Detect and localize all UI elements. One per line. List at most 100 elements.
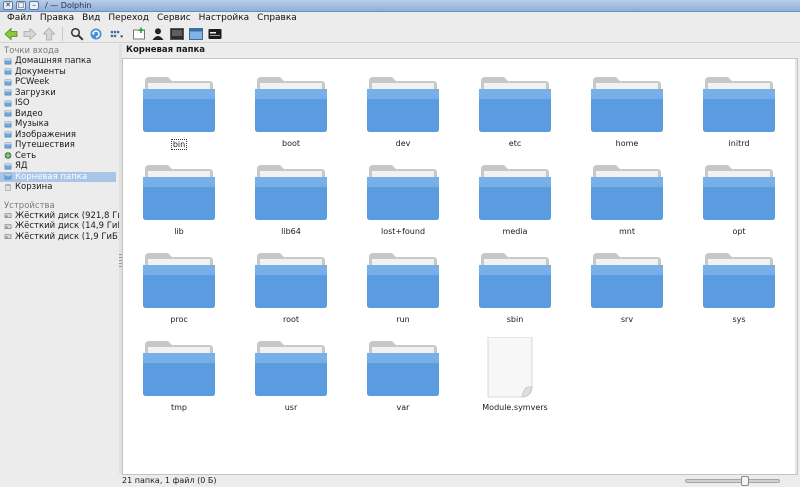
device-item[interactable]: Жёсткий диск (921,8 ГиБ) bbox=[0, 211, 132, 222]
device-item-label: Жёсткий диск (921,8 ГиБ) bbox=[15, 210, 133, 221]
folder-item[interactable]: media bbox=[465, 161, 565, 245]
folder-item[interactable]: mnt bbox=[577, 161, 677, 245]
place-item[interactable]: Изображения bbox=[0, 130, 119, 141]
folder-icon bbox=[4, 173, 12, 180]
folder-item[interactable]: srv bbox=[577, 249, 677, 333]
place-item-label: Домашняя папка bbox=[15, 56, 92, 67]
back-icon[interactable] bbox=[3, 26, 18, 41]
folder-item[interactable]: boot bbox=[241, 73, 341, 157]
place-item[interactable]: Видео bbox=[0, 109, 119, 120]
place-item-label: Изображения bbox=[15, 129, 77, 140]
hard-disk-icon bbox=[4, 234, 12, 240]
terminal-icon[interactable] bbox=[169, 26, 184, 41]
folder-icon bbox=[366, 73, 440, 138]
home-folder-icon bbox=[4, 58, 12, 65]
item-name: opt bbox=[732, 227, 746, 236]
item-name: proc bbox=[170, 315, 188, 324]
place-item[interactable]: Загрузки bbox=[0, 88, 119, 99]
menu-edit[interactable]: Правка bbox=[36, 12, 78, 25]
folder-item[interactable]: sys bbox=[689, 249, 789, 333]
folder-item[interactable]: etc bbox=[465, 73, 565, 157]
folder-item[interactable]: proc bbox=[129, 249, 229, 333]
devices-list: Жёсткий диск (921,8 ГиБ) Жёсткий диск (14… bbox=[0, 211, 132, 243]
item-name: tmp bbox=[170, 403, 187, 412]
device-item[interactable]: Жёсткий диск (14,9 ГиБ) bbox=[0, 221, 127, 232]
place-item[interactable]: Корневая папка bbox=[0, 171, 116, 182]
folder-item[interactable]: tmp bbox=[129, 337, 229, 421]
folder-item[interactable]: lost+found bbox=[353, 161, 453, 245]
item-name: sbin bbox=[506, 315, 524, 324]
forward-icon[interactable] bbox=[22, 26, 37, 41]
file-view[interactable]: bin boot dev etc home initrd lib lib64 lost+foun… bbox=[122, 58, 798, 475]
place-item[interactable]: Документы bbox=[0, 67, 119, 78]
item-name: etc bbox=[508, 139, 522, 148]
reload-icon[interactable] bbox=[88, 26, 103, 41]
folder-icon bbox=[254, 337, 328, 402]
place-item[interactable]: PCWeek bbox=[0, 77, 119, 88]
toolbar bbox=[0, 25, 800, 43]
menu-go[interactable]: Переход bbox=[104, 12, 153, 25]
place-item-label: Путешествия bbox=[15, 140, 75, 151]
folder-item[interactable]: lib64 bbox=[241, 161, 341, 245]
folder-item[interactable]: usr bbox=[241, 337, 341, 421]
folder-item[interactable]: var bbox=[353, 337, 453, 421]
place-item[interactable]: Сеть bbox=[0, 151, 119, 162]
place-item[interactable]: Домашняя папка bbox=[0, 56, 119, 67]
user-icon[interactable] bbox=[150, 26, 165, 41]
location-title: Корневая папка bbox=[122, 44, 800, 57]
place-item-label: ЯД bbox=[15, 161, 28, 172]
folder-item[interactable]: root bbox=[241, 249, 341, 333]
folder-icon bbox=[366, 161, 440, 226]
folder-icon bbox=[254, 249, 328, 314]
search-icon[interactable] bbox=[69, 26, 84, 41]
place-item-label: Музыка bbox=[15, 119, 49, 130]
view-mode-icon[interactable] bbox=[107, 26, 127, 41]
menu-tools[interactable]: Сервис bbox=[153, 12, 195, 25]
folder-item[interactable]: lib bbox=[129, 161, 229, 245]
item-name: boot bbox=[281, 139, 300, 148]
minimize-window-button[interactable]: – bbox=[29, 1, 39, 10]
folder-item[interactable]: initrd bbox=[689, 73, 789, 157]
maximize-window-button[interactable]: □ bbox=[16, 1, 26, 10]
folder-icon bbox=[478, 249, 552, 314]
split-view-icon[interactable] bbox=[188, 26, 203, 41]
place-item[interactable]: ЯД bbox=[0, 161, 119, 172]
place-item[interactable]: ISO bbox=[0, 98, 119, 109]
folder-item[interactable]: dev bbox=[353, 73, 453, 157]
folder-icon bbox=[142, 249, 216, 314]
file-item[interactable]: Module.symvers bbox=[465, 336, 565, 421]
menu-view[interactable]: Вид bbox=[78, 12, 104, 25]
new-tab-icon[interactable] bbox=[131, 26, 146, 41]
item-name: media bbox=[502, 227, 528, 236]
menu-settings[interactable]: Настройка bbox=[195, 12, 254, 25]
place-item[interactable]: Корзина bbox=[0, 182, 119, 193]
folder-item[interactable]: run bbox=[353, 249, 453, 333]
console-icon[interactable] bbox=[207, 26, 222, 41]
item-name: mnt bbox=[619, 227, 635, 236]
status-text: 21 папка, 1 файл (0 Б) bbox=[122, 476, 217, 485]
places-header: Точки входа bbox=[4, 46, 60, 56]
folder-icon bbox=[702, 161, 776, 226]
device-item[interactable]: Жёсткий диск (1,9 ГиБ) bbox=[0, 232, 121, 243]
document-icon bbox=[478, 336, 552, 402]
folder-item[interactable]: home bbox=[577, 73, 677, 157]
folder-item[interactable]: opt bbox=[689, 161, 789, 245]
place-item-label: Корневая папка bbox=[15, 171, 88, 182]
menu-file[interactable]: Файл bbox=[3, 12, 36, 25]
zoom-slider[interactable] bbox=[685, 476, 780, 486]
place-item[interactable]: Музыка bbox=[0, 119, 119, 130]
place-item-label: ISO bbox=[15, 98, 30, 109]
vertical-scrollbar[interactable] bbox=[795, 59, 797, 474]
folder-item[interactable]: bin bbox=[129, 73, 229, 157]
hard-disk-icon bbox=[4, 224, 12, 229]
place-item-label: Видео bbox=[15, 108, 43, 119]
up-icon[interactable] bbox=[41, 26, 56, 41]
close-window-button[interactable]: ✕ bbox=[3, 1, 13, 10]
zoom-slider-handle[interactable] bbox=[741, 476, 750, 486]
folder-icon bbox=[4, 79, 12, 86]
place-item-label: Документы bbox=[15, 66, 66, 77]
menu-help[interactable]: Справка bbox=[253, 12, 301, 25]
place-item[interactable]: Путешествия bbox=[0, 140, 119, 151]
item-name: srv bbox=[620, 315, 634, 324]
folder-item[interactable]: sbin bbox=[465, 249, 565, 333]
